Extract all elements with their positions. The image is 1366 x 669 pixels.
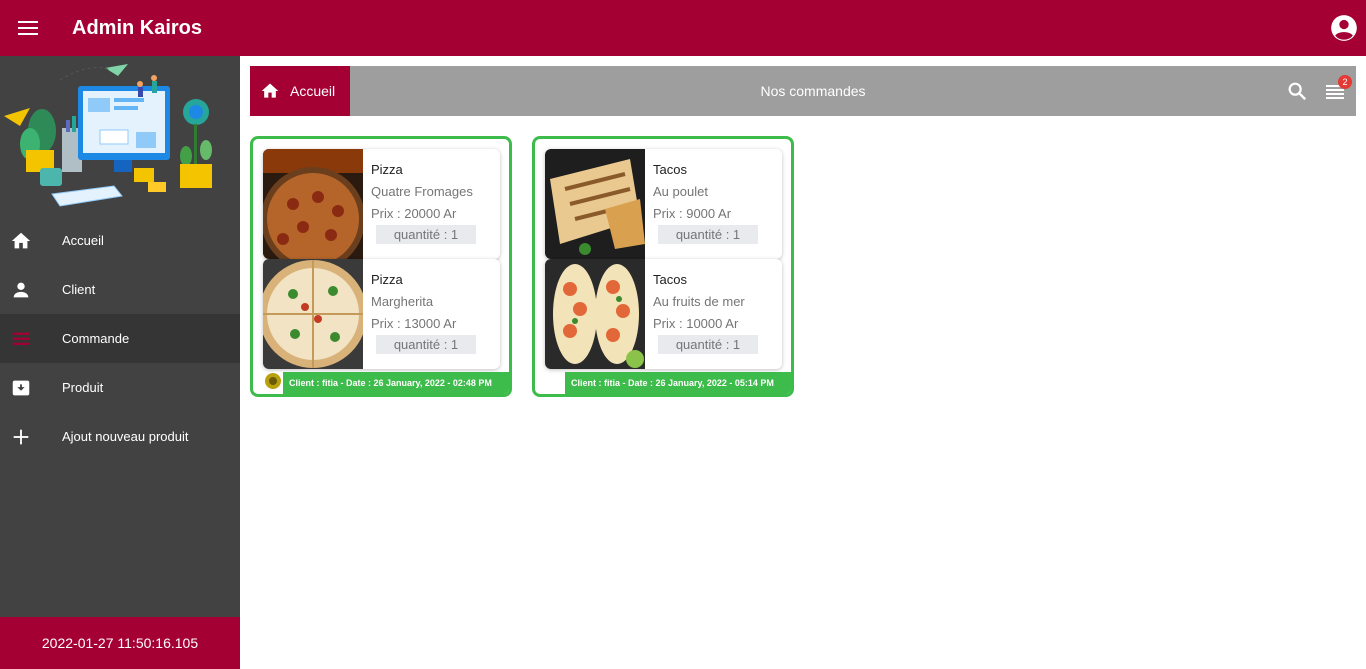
pizza-margherita-image [263,259,363,369]
app-bar: Admin Kairos [0,0,1366,56]
item-quantity: quantité : 1 [658,225,758,244]
sidebar-item-ajout-nouveau-produit[interactable]: Ajout nouveau produit [0,412,240,461]
client-avatar [263,372,283,394]
notification-badge: 2 [1338,75,1352,89]
item-variant: Au poulet [653,184,708,199]
item-price: Prix : 9000 Ar [653,206,732,221]
home-icon [261,83,279,98]
order-card[interactable]: Tacos Au poulet Prix : 9000 Ar quantité … [532,136,794,397]
item-name: Tacos [653,162,687,177]
sidebar: Accueil Client Commande Produit Ajout no… [0,56,240,669]
order-footer: Client : fitia - Date : 26 January, 2022… [565,372,791,394]
page-title: Nos commandes [760,83,866,99]
order-footer: Client : fitia - Date : 26 January, 2022… [283,372,509,394]
clock-display: 2022-01-27 11:50:16.105 [0,617,240,669]
account-circle-icon[interactable] [1330,14,1358,42]
sidebar-nav: Accueil Client Commande Produit Ajout no… [0,216,240,461]
sidebar-illustration [4,64,212,207]
sidebar-item-label: Accueil [62,233,104,248]
item-name: Tacos [653,272,687,287]
item-quantity: quantité : 1 [376,335,476,354]
plus-icon [13,429,29,444]
sidebar-item-accueil[interactable]: Accueil [0,216,240,265]
item-price: Prix : 20000 Ar [371,206,457,221]
item-variant: Margherita [371,294,434,309]
hamburger-icon [18,21,38,35]
order-card[interactable]: Pizza Quatre Fromages Prix : 20000 Ar qu… [250,136,512,397]
page-toolbar: Nos commandes Accueil 2 [250,66,1356,116]
home-button-label: Accueil [290,83,336,99]
item-quantity: quantité : 1 [658,335,758,354]
sidebar-item-commande[interactable]: Commande [0,314,240,363]
pizza-quatre-fromages-image [263,149,363,259]
tacos-fruits-de-mer-image [545,259,645,369]
sidebar-item-client[interactable]: Client [0,265,240,314]
item-name: Pizza [371,272,403,287]
sidebar-item-label: Ajout nouveau produit [62,429,189,444]
order-item: Pizza Quatre Fromages Prix : 20000 Ar qu… [263,149,500,259]
orders-list-button[interactable]: 2 [1324,75,1352,102]
item-variant: Quatre Fromages [371,184,473,199]
item-price: Prix : 13000 Ar [371,316,457,331]
search-icon[interactable] [1286,80,1308,102]
archive-icon [12,380,30,395]
list-icon [12,332,30,345]
item-variant: Au fruits de mer [653,294,745,309]
order-item: Tacos Au poulet Prix : 9000 Ar quantité … [545,149,782,259]
order-item: Pizza Margherita Prix : 13000 Ar quantit… [263,259,500,369]
home-icon [11,232,31,248]
sidebar-item-label: Commande [62,331,130,346]
sidebar-item-produit[interactable]: Produit [0,363,240,412]
tacos-poulet-image [545,149,645,259]
order-item: Tacos Au fruits de mer Prix : 10000 Ar q… [545,259,782,369]
item-price: Prix : 10000 Ar [653,316,739,331]
sidebar-item-label: Produit [62,380,104,395]
item-quantity: quantité : 1 [376,225,476,244]
app-title: Admin Kairos [72,16,203,39]
menu-button[interactable] [0,0,56,56]
sidebar-item-label: Client [62,282,96,297]
item-name: Pizza [371,162,403,177]
home-button[interactable]: Accueil [250,66,350,116]
person-icon [13,282,29,297]
